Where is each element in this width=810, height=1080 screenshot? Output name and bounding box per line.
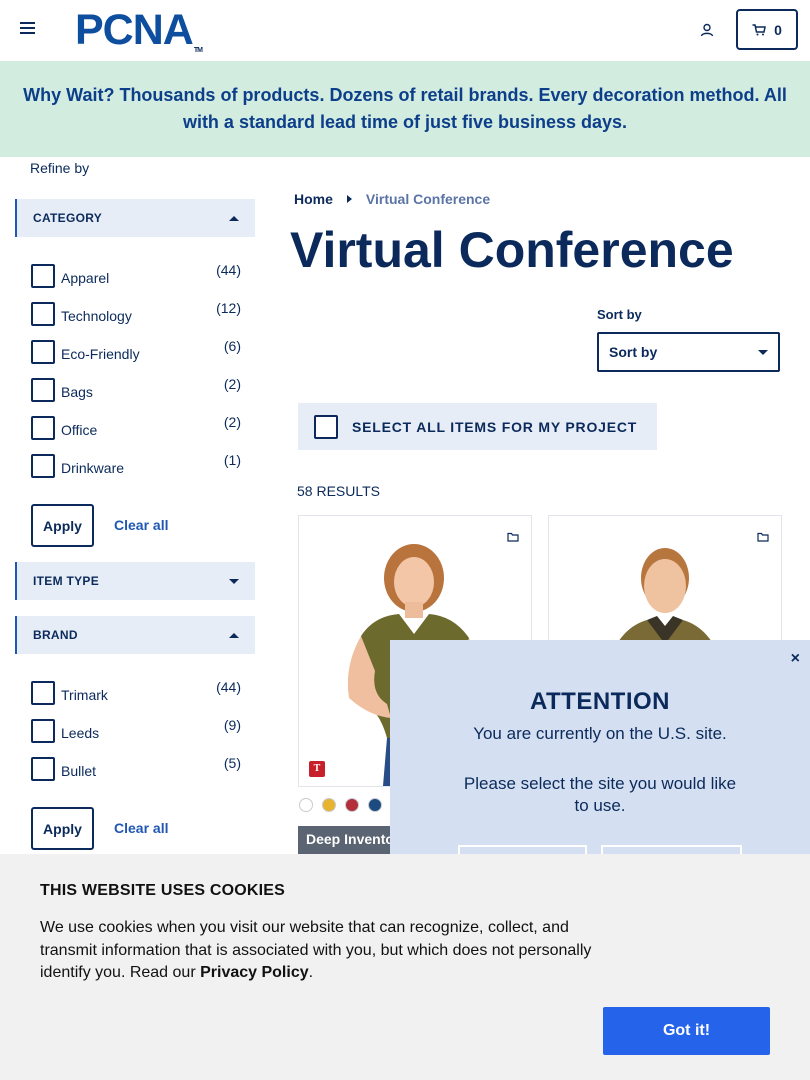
site-selection-modal: × ATTENTION You are currently on the U.S… [390,640,810,855]
results-count: 58 RESULTS [297,483,380,499]
option-count: (2) [223,376,241,392]
cookie-body: We use cookies when you visit our websit… [40,917,600,985]
option-label: Bullet [61,763,97,779]
site-header: PCNATM 0 [0,0,810,61]
breadcrumb-arrow-icon [346,195,352,203]
user-account-icon[interactable] [700,23,714,37]
promo-banner: Why Wait? Thousands of products. Dozens … [0,61,810,157]
category-apply-button[interactable]: Apply [31,504,94,547]
checkbox[interactable] [31,378,55,402]
checkbox[interactable] [31,340,55,364]
refine-by-label: Refine by [30,160,90,176]
color-swatch[interactable] [368,798,382,812]
category-option-eco-friendly[interactable]: Eco-Friendly (6) [31,338,241,364]
breadcrumb-home-link[interactable]: Home [294,191,333,207]
category-option-bags[interactable]: Bags (2) [31,376,241,402]
hamburger-menu-icon[interactable] [20,22,36,38]
option-count: (44) [216,679,241,695]
facet-category-title: CATEGORY [33,211,103,225]
option-count: (1) [223,452,241,468]
facet-item-type-header[interactable]: ITEM TYPE [15,562,255,600]
select-all-items-toggle[interactable]: SELECT ALL ITEMS FOR MY PROJECT [298,403,657,450]
add-to-project-folder-icon[interactable] [757,532,769,542]
color-swatch[interactable] [299,798,313,812]
checkbox[interactable] [31,719,55,743]
option-label: Drinkware [61,460,125,476]
facet-brand-header[interactable]: BRAND [15,616,255,654]
privacy-policy-link[interactable]: Privacy Policy [200,964,309,981]
brand-option-leeds[interactable]: Leeds (9) [31,717,241,743]
checkbox[interactable] [31,416,55,440]
option-label: Bags [61,384,93,400]
cart-icon [752,23,767,35]
select-all-label: SELECT ALL ITEMS FOR MY PROJECT [352,418,638,435]
caret-up-icon [229,632,239,638]
category-option-technology[interactable]: Technology (12) [31,300,241,326]
option-count: (12) [216,300,241,316]
checkbox[interactable] [31,264,55,288]
caret-down-icon [229,578,239,584]
option-label: Trimark [61,687,108,703]
checkbox[interactable] [31,454,55,478]
logo-trademark: TM [193,47,203,54]
option-count: (5) [223,755,241,771]
category-option-apparel[interactable]: Apparel (44) [31,262,241,288]
checkbox[interactable] [314,414,338,439]
breadcrumb: Home Virtual Conference [294,191,490,207]
facet-category-header[interactable]: CATEGORY [15,199,255,237]
cookie-body-text: We use cookies when you visit our websit… [40,919,592,981]
brand-option-bullet[interactable]: Bullet (5) [31,755,241,781]
page-title: Virtual Conference [290,222,734,278]
sort-dropdown[interactable]: Sort by [597,332,780,372]
cart-button[interactable]: 0 [736,9,798,50]
color-swatch[interactable] [322,798,336,812]
modal-message-select-site: Please select the site you would like to… [463,774,737,815]
color-swatch[interactable] [345,798,359,812]
brand-option-trimark[interactable]: Trimark (44) [31,679,241,705]
chevron-down-icon [758,349,768,355]
brand-clear-all-link[interactable]: Clear all [114,820,168,836]
checkbox[interactable] [31,757,55,781]
option-count: (2) [223,414,241,430]
cookie-body-period: . [308,964,314,981]
option-label: Apparel [61,270,110,286]
category-option-drinkware[interactable]: Drinkware (1) [31,452,241,478]
category-clear-all-link[interactable]: Clear all [114,517,168,533]
checkbox[interactable] [31,681,55,705]
sort-dropdown-value: Sort by [609,344,658,360]
pcna-logo[interactable]: PCNATM [75,9,203,63]
category-option-office[interactable]: Office (2) [31,414,241,440]
facet-brand-title: BRAND [33,628,78,642]
breadcrumb-current: Virtual Conference [365,191,491,207]
modal-message-current-site: You are currently on the U.S. site. [473,724,727,743]
add-to-project-folder-icon[interactable] [507,532,519,542]
option-label: Leeds [61,725,100,741]
close-icon[interactable]: × [791,650,800,668]
option-label: Office [61,422,98,438]
facet-item-type-title: ITEM TYPE [33,574,100,588]
option-label: Eco-Friendly [61,346,140,362]
brand-apply-button[interactable]: Apply [31,807,94,850]
promo-banner-text: Why Wait? Thousands of products. Dozens … [23,85,787,132]
modal-title: ATTENTION [529,688,671,715]
caret-up-icon [229,215,239,221]
option-label: Technology [61,308,132,324]
logo-text: PCNA [75,6,194,54]
color-swatches [299,798,382,812]
option-count: (44) [216,262,241,278]
cart-count: 0 [774,21,782,38]
sort-label: Sort by [597,307,642,322]
cookie-consent-banner: THIS WEBSITE USES COOKIES We use cookies… [0,854,810,1080]
cookie-title: THIS WEBSITE USES COOKIES [40,882,286,899]
checkbox[interactable] [31,302,55,326]
option-count: (6) [223,338,241,354]
option-count: (9) [223,717,241,733]
got-it-button[interactable]: Got it! [603,1007,770,1055]
trimark-brand-icon: T [309,761,325,777]
